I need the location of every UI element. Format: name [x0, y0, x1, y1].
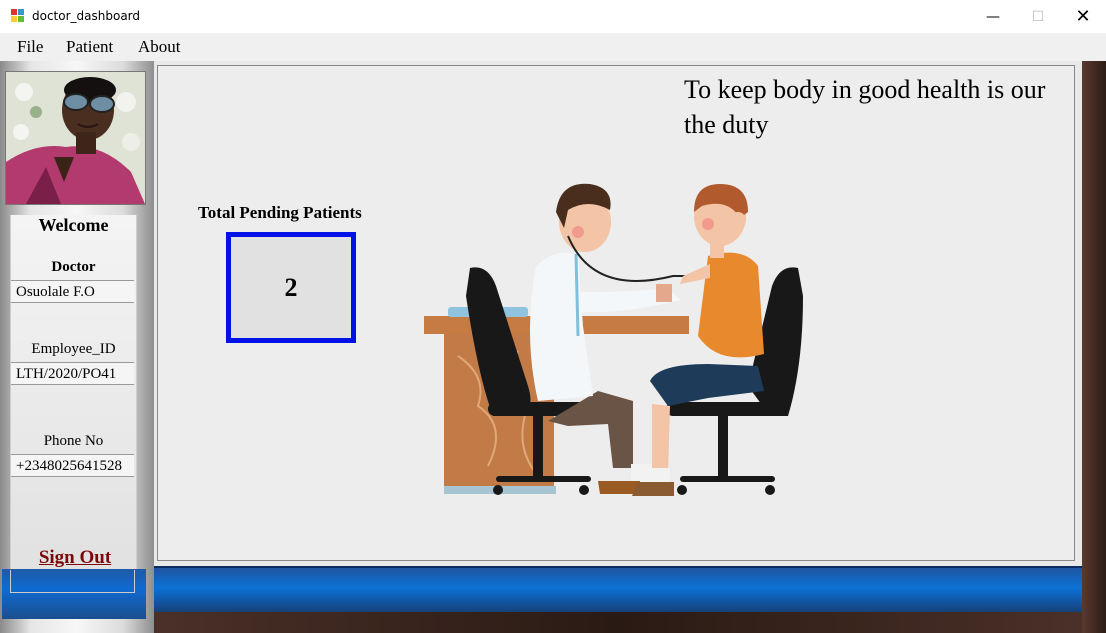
background-edge-bottom: [154, 612, 1082, 633]
minimize-button[interactable]: —: [970, 0, 1016, 33]
phone-label: Phone No: [43, 433, 104, 449]
doctor-name-field: Osuolale F.O: [11, 280, 134, 303]
close-button[interactable]: ✕: [1060, 0, 1106, 33]
avatar: [6, 72, 145, 204]
profile-photo: [5, 71, 146, 205]
pending-patients-count[interactable]: 2: [226, 232, 356, 343]
role-label: Doctor: [51, 259, 96, 275]
employee-id-field: LTH/2020/PO41: [11, 362, 134, 385]
app-icon: [11, 9, 24, 22]
slogan-text: To keep body in good health is our the d…: [684, 75, 1046, 139]
employee-id-label: Employee_ID: [31, 341, 116, 357]
window-title: doctor_dashboard: [32, 9, 141, 23]
sign-out-link[interactable]: Sign Out: [0, 547, 150, 569]
menu-bar: File Patient About: [0, 33, 1106, 61]
phone-field: +2348025641528: [11, 454, 134, 477]
maximize-button[interactable]: ☐: [1015, 0, 1061, 33]
pending-patients-label: Total Pending Patients: [198, 203, 362, 222]
menu-file[interactable]: File: [17, 37, 43, 57]
doctor-info-panel: Welcome Doctor Osuolale F.O Employee_ID …: [10, 215, 137, 593]
background-edge-right: [1082, 61, 1106, 633]
menu-about[interactable]: About: [138, 37, 181, 57]
welcome-label: Welcome: [38, 215, 109, 235]
title-bar: doctor_dashboard — ☐ ✕: [0, 0, 1106, 33]
sidebar-footer-box: [10, 570, 135, 593]
menu-patient[interactable]: Patient: [66, 37, 113, 57]
doctor-patient-illustration: [424, 183, 803, 496]
sidebar: Welcome Doctor Osuolale F.O Employee_ID …: [0, 61, 154, 633]
bottom-bar: [154, 566, 1082, 612]
